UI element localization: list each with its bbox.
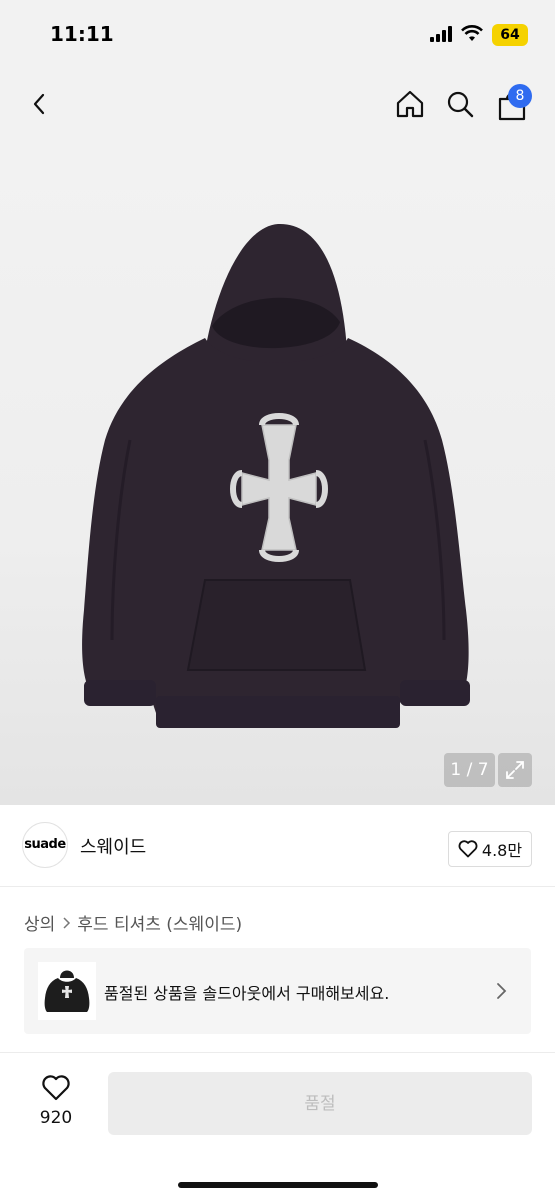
soldout-banner[interactable]: 품절된 상품을 솔드아웃에서 구매해보세요.	[24, 948, 531, 1034]
cart-badge: 8	[508, 84, 532, 108]
hoodie-image	[82, 223, 470, 728]
chevron-right-icon	[63, 916, 71, 929]
home-icon[interactable]	[390, 84, 430, 124]
image-counter: 1 / 7	[444, 753, 495, 787]
heart-icon	[458, 840, 478, 858]
heart-icon	[42, 1075, 70, 1101]
status-time: 11:11	[50, 22, 114, 46]
signal-icon	[430, 26, 454, 42]
brand-like-button[interactable]: 4.8만	[448, 831, 532, 867]
status-bar: 11:11 64	[0, 0, 555, 70]
chevron-right-icon[interactable]	[494, 982, 508, 1000]
divider	[0, 1052, 555, 1053]
brand-logo[interactable]: suade	[22, 822, 68, 868]
expand-icon[interactable]	[498, 753, 532, 787]
wishlist-count: 920	[39, 1108, 73, 1128]
wifi-icon	[461, 25, 483, 41]
product-image[interactable]	[0, 140, 555, 805]
breadcrumb: 상의 후드 티셔츠 (스웨이드)	[24, 910, 242, 935]
back-icon[interactable]	[20, 84, 60, 124]
brand-row[interactable]: suade 스웨이드 4.8만	[0, 805, 555, 887]
home-indicator	[178, 1182, 378, 1188]
wishlist-button[interactable]: 920	[32, 1074, 80, 1128]
brand-like-count: 4.8만	[481, 841, 523, 860]
hoodie-thumbnail	[38, 962, 96, 1020]
battery-indicator: 64	[492, 24, 528, 46]
breadcrumb-category[interactable]: 상의	[24, 910, 55, 935]
top-nav	[0, 70, 555, 140]
search-icon[interactable]	[440, 84, 480, 124]
brand-name[interactable]: 스웨이드	[80, 833, 146, 859]
breadcrumb-subcategory[interactable]: 후드 티셔츠 (스웨이드)	[77, 910, 242, 935]
soldout-button[interactable]: 품절	[108, 1072, 532, 1135]
soldout-banner-text: 품절된 상품을 솔드아웃에서 구매해보세요.	[104, 984, 390, 1003]
